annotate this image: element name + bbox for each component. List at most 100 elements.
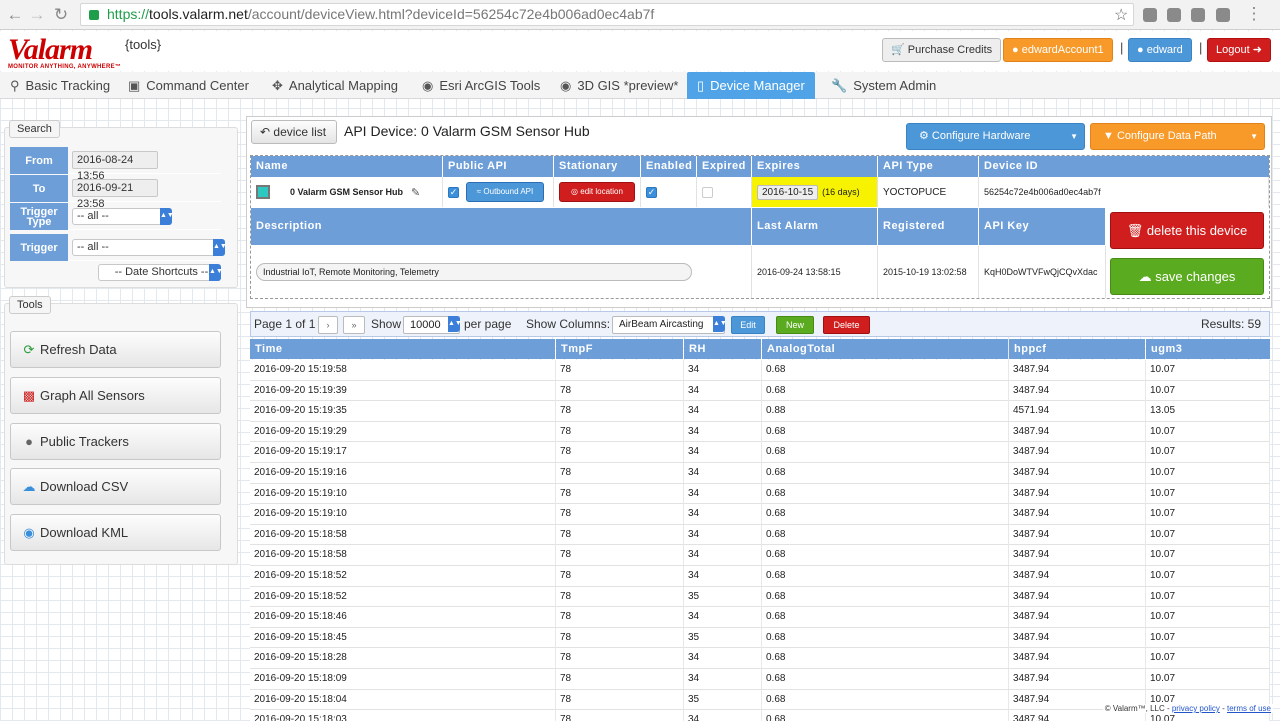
page-size-select[interactable]: 10000 ▲▼ [403,316,462,334]
footer-dash: - [1219,704,1227,713]
csv-label: Download CSV [40,479,129,494]
delete-device-button[interactable]: 🗑 delete this device [1110,212,1264,249]
forward-arrow-icon[interactable]: → [26,5,48,25]
table-row[interactable]: 2016-09-20 15:19:29 78 34 0.68 3487.94 10.07 [250,421,1270,443]
tab-3d-gis[interactable]: ◉ 3D GIS *preview* [560,72,679,99]
cell-time: 2016-09-20 15:18:58 [250,545,556,566]
purchase-credits-label: Purchase Credits [907,44,993,56]
tab-analytical-mapping[interactable]: ✥ Analytical Mapping [272,72,398,99]
trigger-type-row: Trigger Type -- all -- ▲▼ [10,203,221,230]
cell-time: 2016-09-20 15:18:52 [250,586,556,607]
back-icon: ↶ [260,125,274,139]
url-host: tools.valarm.net [149,6,248,22]
wrench-icon: 🔧 [831,78,848,93]
bookmark-star-icon[interactable]: ☆ [1114,5,1128,25]
user-button[interactable]: ● edward [1128,38,1192,62]
outbound-api-button[interactable]: ≈ Outbound API [466,182,544,202]
public-trackers-button[interactable]: ● Public Trackers [10,423,221,460]
edit-location-button[interactable]: ◎ edit location [559,182,635,202]
table-row[interactable]: 2016-09-20 15:18:58 78 34 0.68 3487.94 10.07 [250,524,1270,546]
table-row[interactable]: 2016-09-20 15:18:46 78 34 0.68 3487.94 10.07 [250,607,1270,628]
edit-name-icon[interactable]: ✎ [411,186,420,199]
cell-rh: 34 [684,669,762,689]
configure-hardware-button[interactable]: ⚙ Configure Hardware ▼ [906,123,1085,150]
cell-time: 2016-09-20 15:18:28 [250,648,556,669]
download-kml-button[interactable]: ◉ Download KML [10,514,221,551]
reload-icon[interactable]: ↻ [50,5,72,25]
cell-time: 2016-09-20 15:19:29 [250,421,556,442]
extension-bug-icon[interactable] [1167,8,1181,22]
show-columns-label: Show Columns: [526,317,611,331]
download-csv-button[interactable]: ☁ Download CSV [10,468,221,505]
tab-command-center[interactable]: ▣ Command Center [128,72,249,99]
enabled-cell: ✓ [641,177,697,207]
logout-button[interactable]: Logout ➜ [1207,38,1271,62]
next-page-button[interactable]: › [318,316,338,334]
address-bar[interactable]: https://tools.valarm.net/account/deviceV… [80,3,1134,26]
to-date-input[interactable]: 2016-09-21 23:58 [72,179,158,210]
table-row[interactable]: 2016-09-20 15:18:52 78 34 0.68 3487.94 10.07 [250,566,1270,587]
cell-analogtotal: 0.68 [762,463,1009,483]
table-row[interactable]: 2016-09-20 15:19:35 78 34 0.88 4571.94 13.05 [250,401,1270,422]
new-columns-button[interactable]: New [776,316,814,334]
tab-esri-arcgis[interactable]: ◉ Esri ArcGIS Tools [422,72,540,99]
extension-cloud-icon[interactable] [1216,8,1230,22]
back-arrow-icon[interactable]: ← [4,5,26,25]
cast-icon[interactable] [1143,8,1157,22]
table-row[interactable]: 2016-09-20 15:18:09 78 34 0.68 3487.94 10.07 [250,669,1270,690]
privacy-policy-link[interactable]: privacy policy [1172,704,1220,713]
table-row[interactable]: 2016-09-20 15:18:45 78 35 0.68 3487.94 10.07 [250,627,1270,649]
cell-analogtotal: 0.68 [762,421,1009,442]
graph-all-sensors-button[interactable]: ▩ Graph All Sensors [10,377,221,414]
col-registered: Registered [878,208,978,245]
expires-date-input[interactable]: 2016-10-15 [757,184,819,200]
grid-header-ugm3[interactable]: ugm3 [1146,339,1270,359]
table-row[interactable]: 2016-09-20 15:18:28 78 34 0.68 3487.94 10.07 [250,648,1270,669]
date-shortcuts-select[interactable]: -- Date Shortcuts -- ▲▼ [98,264,223,281]
valarm-logo[interactable]: Valarm MONITOR ANYTHING, ANYWHERE™ [8,35,121,71]
configure-data-path-button[interactable]: ▼ Configure Data Path ▼ [1090,123,1265,150]
delete-columns-button[interactable]: Delete [823,316,870,334]
terms-of-use-link[interactable]: terms of use [1227,704,1271,713]
trigger-type-select[interactable]: -- all -- ▲▼ [72,208,174,225]
user-icon: ● [1137,44,1147,56]
grid-header-analogtotal[interactable]: AnalogTotal [762,339,1008,359]
table-row[interactable]: 2016-09-20 15:18:58 78 34 0.68 3487.94 10.07 [250,545,1270,566]
enabled-checkbox[interactable]: ✓ [646,186,657,198]
columns-select[interactable]: AirBeam Aircasting ▲▼ [612,316,727,334]
tab-device-manager[interactable]: ▯ Device Manager [687,72,815,99]
table-row[interactable]: 2016-09-20 15:19:10 78 34 0.68 3487.94 10.07 [250,483,1270,505]
tab-system-admin[interactable]: 🔧 System Admin [831,72,936,99]
public-api-checkbox[interactable]: ✓ [448,186,459,198]
trigger-select[interactable]: -- all -- ▲▼ [72,239,227,256]
device-list-button[interactable]: ↶ device list [251,120,337,144]
grid-header-hppcf[interactable]: hppcf [1009,339,1145,359]
account-button[interactable]: ● edwardAccount1 [1003,38,1113,62]
table-row[interactable]: 2016-09-20 15:19:10 78 34 0.68 3487.94 10.07 [250,504,1270,525]
tab-basic-tracking[interactable]: ⚲ Basic Tracking [10,72,110,99]
last-page-button[interactable]: » [343,316,365,334]
table-row[interactable]: 2016-09-20 15:18:52 78 35 0.68 3487.94 10.07 [250,586,1270,608]
grid-header-rh[interactable]: RH [684,339,761,359]
purchase-credits-button[interactable]: 🛒 Purchase Credits [882,38,1002,62]
cell-ugm3: 10.07 [1146,504,1270,525]
table-row[interactable]: 2016-09-20 15:19:17 78 34 0.68 3487.94 10.07 [250,442,1270,463]
from-date-input[interactable]: 2016-08-24 13:56 [72,151,158,182]
description-input[interactable]: Industrial IoT, Remote Monitoring, Telem… [256,263,692,281]
select-arrow-icon: ▲▼ [448,316,462,332]
trash-icon: 🗑 [1126,223,1147,238]
grid-header-tmpf[interactable]: TmpF [556,339,683,359]
cell-hppcf: 3487.94 [1009,421,1146,442]
table-row[interactable]: 2016-09-20 15:19:16 78 34 0.68 3487.94 10.07 [250,463,1270,484]
cell-ugm3: 10.07 [1146,524,1270,545]
grid-header-time[interactable]: Time [250,339,555,359]
cell-tmpf: 78 [556,669,684,689]
tab-label: Command Center [146,78,249,93]
edit-columns-button[interactable]: Edit [731,316,765,334]
refresh-data-button[interactable]: ⟳ Refresh Data [10,331,221,368]
extension-square-icon[interactable] [1191,8,1205,22]
table-row[interactable]: 2016-09-20 15:19:58 78 34 0.68 3487.94 10.07 [250,360,1270,381]
save-changes-button[interactable]: ☁ save changes [1110,258,1264,295]
menu-dots-icon[interactable]: ⋮ [1243,4,1265,24]
table-row[interactable]: 2016-09-20 15:19:39 78 34 0.68 3487.94 10.07 [250,380,1270,402]
